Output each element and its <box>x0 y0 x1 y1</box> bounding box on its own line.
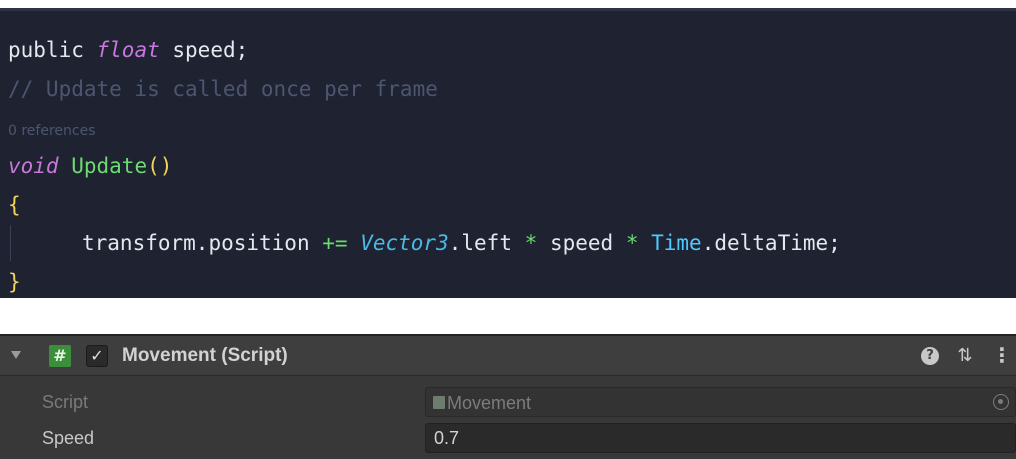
left-member: left <box>461 231 512 255</box>
keyword-void: void <box>8 154 59 178</box>
dot: . <box>701 231 715 255</box>
method-parens: () <box>147 154 173 178</box>
code-line-5[interactable]: { <box>8 188 21 222</box>
code-line-4[interactable]: void Update() <box>8 149 172 183</box>
plus-equals-operator: += <box>322 231 348 255</box>
transform-object: transform <box>82 231 196 255</box>
help-icon[interactable]: ? <box>921 347 939 365</box>
presets-icon[interactable]: ⇅ <box>954 344 976 368</box>
kebab-menu-icon[interactable]: ⋮ <box>992 344 1012 368</box>
field-speed: speed; <box>172 38 249 62</box>
dot: . <box>448 231 462 255</box>
vector3-type: Vector3 <box>360 231 449 255</box>
speed-input[interactable]: 0.7 <box>425 423 1016 453</box>
inspector-component: # ✓ Movement (Script) ? ⇅ ⋮ Script Movem… <box>0 334 1016 459</box>
speed-identifier: speed <box>549 231 614 255</box>
deltatime-member: deltaTime <box>714 231 829 255</box>
foldout-arrow-icon[interactable] <box>11 351 21 359</box>
code-line-1[interactable]: public float speed; <box>8 33 248 67</box>
type-float: float <box>96 38 160 62</box>
csharp-script-icon: # <box>49 345 71 367</box>
method-update: Update <box>71 154 148 178</box>
script-object-field[interactable]: Movement <box>425 387 1016 417</box>
semicolon: ; <box>828 231 841 255</box>
time-class: Time <box>651 231 702 255</box>
code-line-2[interactable]: // Update is called once per frame <box>8 72 438 106</box>
code-line-7[interactable]: } <box>8 265 21 299</box>
multiply-operator: * <box>524 231 538 255</box>
code-line-6[interactable]: transform.position += Vector3.left * spe… <box>8 226 841 260</box>
position-member: position <box>208 231 310 255</box>
object-picker-icon[interactable] <box>993 394 1009 410</box>
speed-label[interactable]: Speed <box>42 426 94 450</box>
script-asset-icon <box>433 396 445 409</box>
close-brace: } <box>8 270 21 294</box>
script-label: Script <box>42 392 89 412</box>
script-property-row: Script Movement <box>0 384 1016 420</box>
dot: . <box>195 231 209 255</box>
codelens-references[interactable]: 0 references <box>8 111 96 145</box>
references-count[interactable]: 0 references <box>8 123 96 139</box>
component-enabled-checkbox[interactable]: ✓ <box>86 345 108 367</box>
code-comment: // Update is called once per frame <box>8 77 438 101</box>
code-editor[interactable]: public float speed; // Update is called … <box>0 8 1016 298</box>
component-header[interactable]: # ✓ Movement (Script) ? ⇅ ⋮ <box>0 336 1016 376</box>
multiply-operator: * <box>625 231 639 255</box>
keyword-public: public <box>8 38 84 62</box>
speed-property-row: Speed 0.7 <box>0 420 1016 456</box>
open-brace: { <box>8 193 21 217</box>
component-title: Movement (Script) <box>122 345 288 366</box>
script-object-value: Movement <box>447 393 532 413</box>
